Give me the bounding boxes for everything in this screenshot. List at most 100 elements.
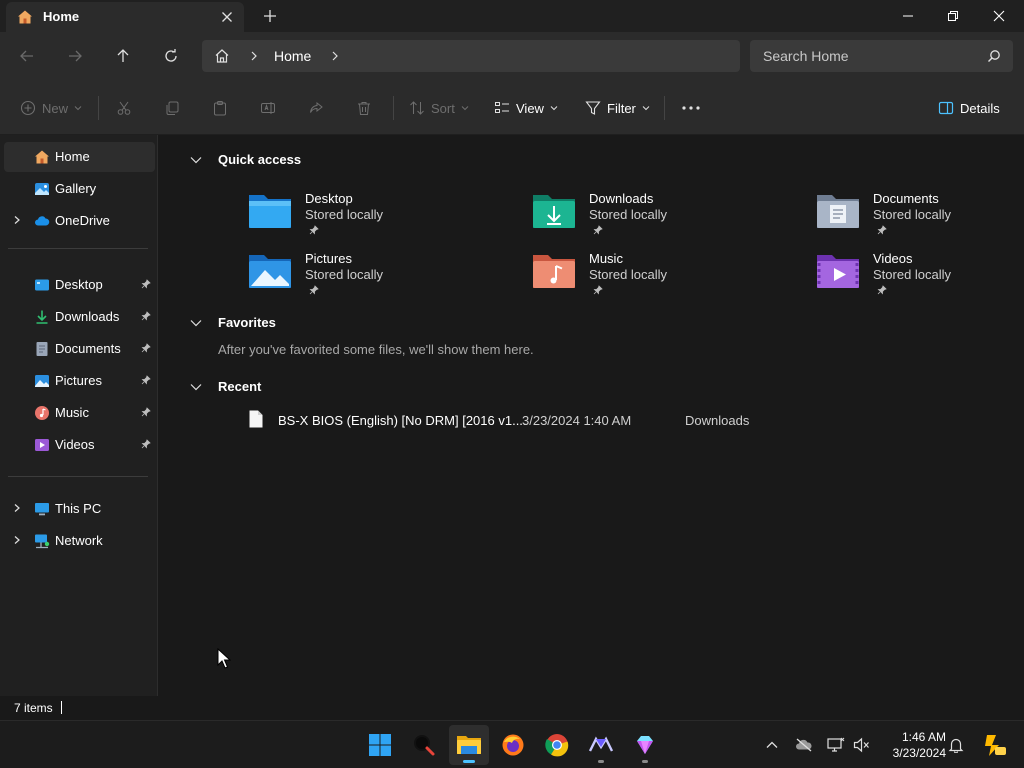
tab-home[interactable]: Home — [6, 2, 244, 32]
minimize-button[interactable] — [885, 0, 931, 32]
restore-button[interactable] — [930, 0, 976, 32]
arrow-up-icon — [115, 48, 131, 64]
filter-button[interactable]: Filter — [585, 98, 650, 118]
quick-access-item[interactable]: Desktop Stored locally — [248, 191, 488, 247]
chrome-app[interactable] — [537, 725, 577, 765]
pin-icon — [877, 225, 887, 235]
quick-access-item[interactable]: Downloads Stored locally — [532, 191, 772, 247]
taskbar-app[interactable] — [581, 725, 621, 765]
navigation-pane: Home Gallery OneDrive Desktop Downloads … — [0, 135, 158, 696]
more-options-button[interactable] — [681, 98, 701, 118]
sidebar-item-documents[interactable]: Documents — [4, 334, 155, 364]
refresh-button[interactable] — [159, 44, 183, 68]
cloud-icon — [34, 213, 50, 229]
sidebar-item-music[interactable]: Music — [4, 398, 155, 428]
sidebar-item-pictures[interactable]: Pictures — [4, 366, 155, 396]
pin-icon[interactable] — [141, 311, 151, 321]
chevron-right-icon[interactable] — [329, 50, 341, 62]
filter-icon — [585, 100, 601, 116]
music-icon — [34, 405, 50, 421]
list-item[interactable]: BS-X BIOS (English) [No DRM] [2016 v1...… — [239, 410, 859, 430]
taskbar-search-button[interactable] — [404, 725, 444, 765]
pin-icon[interactable] — [141, 343, 151, 353]
filter-label: Filter — [607, 100, 636, 116]
file-explorer-app[interactable] — [449, 725, 489, 765]
search-icon[interactable] — [987, 49, 1001, 63]
search-input[interactable] — [750, 40, 980, 72]
downloads-folder-icon — [532, 191, 576, 231]
network-status-icon[interactable] — [826, 735, 846, 755]
item-subtitle: Stored locally — [873, 267, 952, 282]
chevron-right-icon[interactable] — [12, 215, 22, 225]
sidebar-item-desktop[interactable]: Desktop — [4, 270, 155, 300]
volume-muted-icon[interactable] — [852, 735, 872, 755]
sidebar-item-this-pc[interactable]: This PC — [4, 494, 155, 524]
paste-button[interactable] — [212, 98, 228, 118]
clock[interactable]: 1:46 AM 3/23/2024 — [880, 729, 946, 761]
sidebar-item-network[interactable]: Network — [4, 526, 155, 556]
chevron-down-icon[interactable] — [189, 153, 203, 167]
sidebar-item-label: This PC — [55, 501, 102, 516]
sidebar-item-gallery[interactable]: Gallery — [4, 174, 155, 204]
onedrive-offline-icon[interactable] — [794, 735, 814, 755]
rename-button[interactable] — [260, 98, 276, 118]
address-bar[interactable]: Home — [202, 40, 740, 72]
quick-access-item[interactable]: Videos Stored locally — [816, 251, 1024, 307]
new-button[interactable]: New — [20, 98, 82, 118]
copilot-icon[interactable] — [980, 731, 1008, 759]
file-explorer-icon — [456, 733, 482, 757]
firefox-app[interactable] — [493, 725, 533, 765]
new-tab-icon[interactable] — [262, 8, 278, 24]
notification-bell-icon[interactable] — [946, 735, 966, 755]
pin-icon[interactable] — [141, 279, 151, 289]
taskbar-app[interactable] — [625, 725, 665, 765]
quick-access-item[interactable]: Pictures Stored locally — [248, 251, 488, 307]
chevron-down-icon — [461, 104, 469, 112]
sidebar-item-home[interactable]: Home — [4, 142, 155, 172]
chevron-right-icon[interactable] — [12, 535, 22, 545]
pin-icon[interactable] — [141, 375, 151, 385]
sidebar-item-videos[interactable]: Videos — [4, 430, 155, 460]
chevron-down-icon — [74, 104, 82, 112]
share-button[interactable] — [308, 98, 324, 118]
restore-icon — [947, 10, 959, 22]
pin-icon[interactable] — [141, 407, 151, 417]
details-button[interactable]: Details — [938, 98, 1000, 118]
pin-icon — [309, 285, 319, 295]
item-subtitle: Stored locally — [305, 207, 384, 222]
trash-icon — [356, 100, 372, 116]
chevron-right-icon[interactable] — [12, 503, 22, 513]
pin-icon[interactable] — [141, 439, 151, 449]
close-tab-icon[interactable] — [219, 9, 235, 25]
up-button[interactable] — [111, 44, 135, 68]
divider — [664, 96, 665, 120]
sidebar-item-downloads[interactable]: Downloads — [4, 302, 155, 332]
chevron-up-icon[interactable] — [762, 735, 782, 755]
copy-button[interactable] — [164, 98, 180, 118]
pin-icon — [593, 285, 603, 295]
paste-icon — [212, 100, 228, 116]
details-pane-icon — [938, 100, 954, 116]
chevron-down-icon[interactable] — [189, 316, 203, 330]
clock-time: 1:46 AM — [901, 730, 946, 744]
delete-button[interactable] — [356, 98, 372, 118]
breadcrumb-home[interactable]: Home — [274, 48, 311, 64]
search-box[interactable] — [750, 40, 1013, 72]
firefox-icon — [501, 733, 525, 757]
share-icon — [308, 100, 324, 116]
item-name: Desktop — [305, 191, 353, 206]
forward-button[interactable] — [63, 44, 87, 68]
view-button[interactable]: View — [494, 98, 558, 118]
close-window-button[interactable] — [976, 0, 1022, 32]
home-icon[interactable] — [214, 48, 230, 64]
start-button[interactable] — [360, 725, 400, 765]
sort-button[interactable]: Sort — [409, 98, 469, 118]
active-indicator — [463, 760, 475, 763]
back-button[interactable] — [15, 44, 39, 68]
chevron-right-icon[interactable] — [248, 50, 260, 62]
quick-access-item[interactable]: Music Stored locally — [532, 251, 772, 307]
quick-access-item[interactable]: Documents Stored locally — [816, 191, 1024, 247]
chevron-down-icon[interactable] — [189, 380, 203, 394]
cut-button[interactable] — [116, 98, 132, 118]
sidebar-item-onedrive[interactable]: OneDrive — [4, 206, 155, 236]
